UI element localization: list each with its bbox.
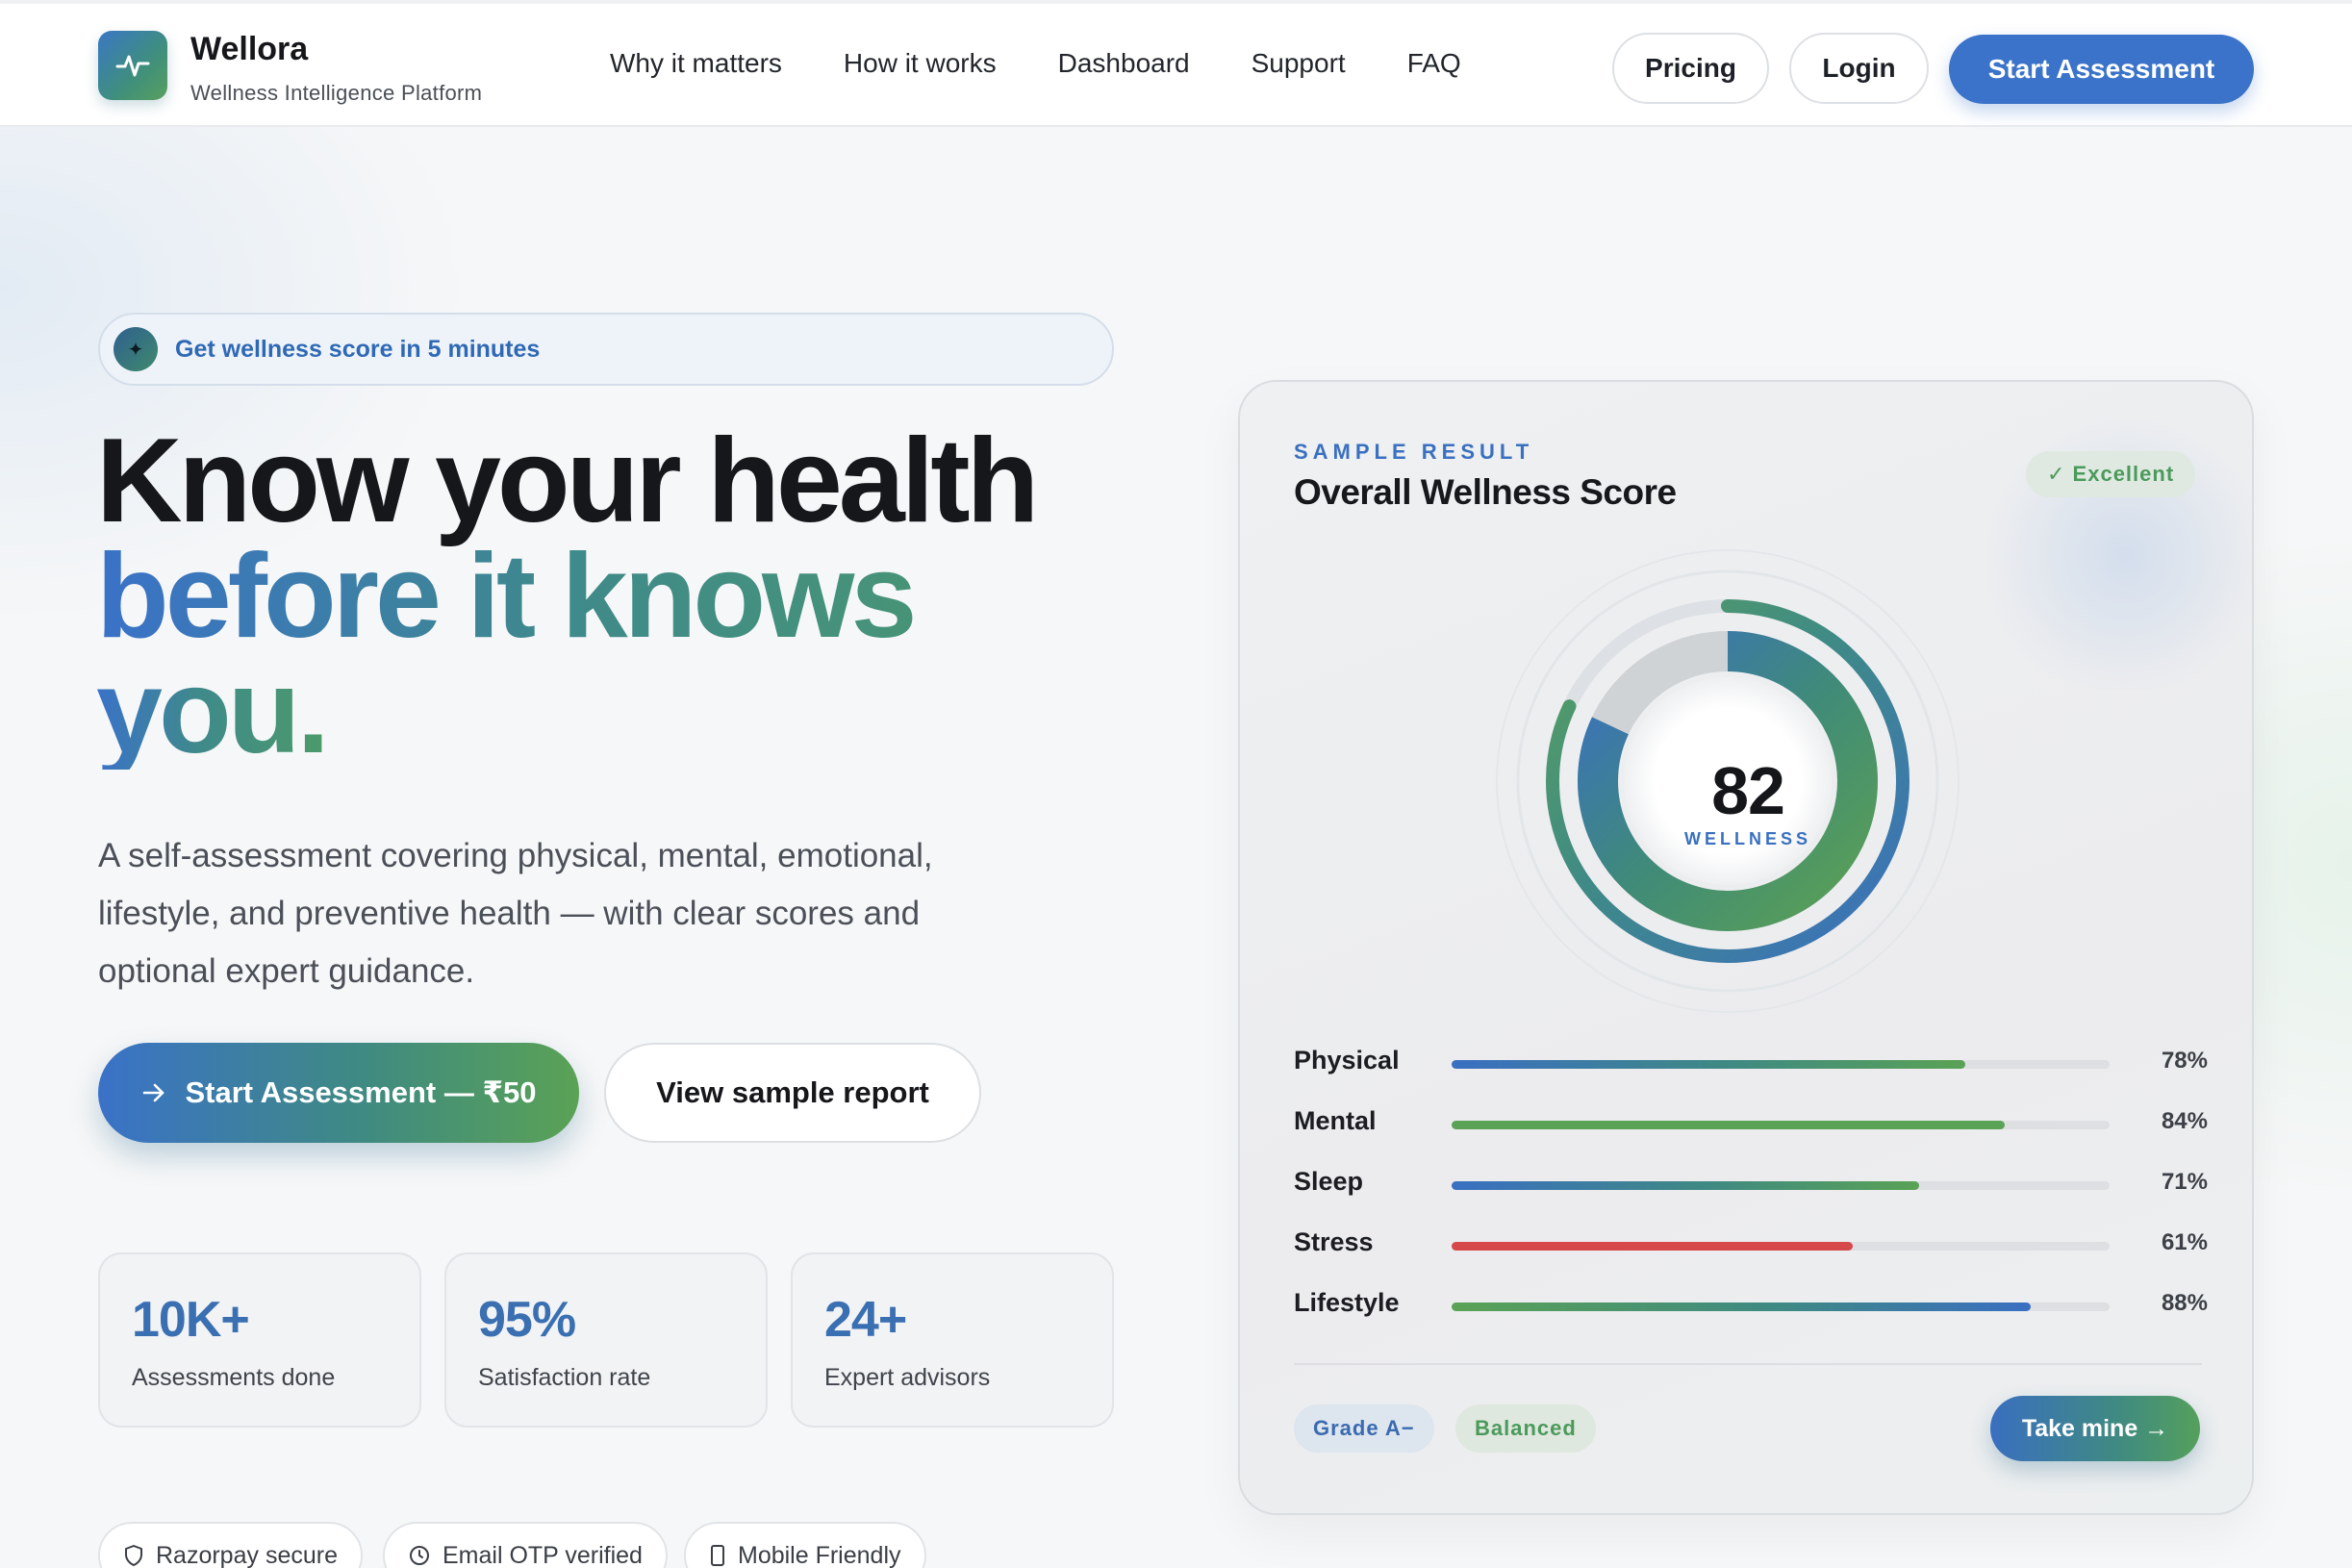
- trust-badge-mobile: Mobile Friendly: [684, 1522, 926, 1568]
- nav-why-it-matters[interactable]: Why it matters: [610, 48, 782, 79]
- metric-row-stress: Stress 61%: [1294, 1227, 2208, 1266]
- wellness-score-value: 82: [1711, 753, 1785, 828]
- stat-card-satisfaction: 95% Satisfaction rate: [444, 1252, 768, 1428]
- metric-name: Mental: [1294, 1106, 1377, 1135]
- brand-name[interactable]: Wellora: [190, 31, 308, 68]
- take-mine-button[interactable]: Take mine →: [1990, 1396, 2200, 1461]
- metric-percent: 61%: [2161, 1229, 2208, 1255]
- arrow-right-icon: [143, 1083, 164, 1102]
- metric-fill-mental: [1452, 1121, 2005, 1129]
- metric-fill-physical: [1452, 1060, 1965, 1069]
- balanced-chip: Balanced: [1455, 1404, 1596, 1453]
- mobile-icon: [711, 1545, 724, 1566]
- login-button[interactable]: Login: [1789, 33, 1929, 104]
- stat-card-advisors: 24+ Expert advisors: [791, 1252, 1114, 1428]
- metric-fill-sleep: [1452, 1181, 1919, 1190]
- stat-value: 24+: [824, 1292, 907, 1348]
- metric-fill-stress: [1452, 1242, 1854, 1251]
- metric-percent: 88%: [2161, 1290, 2208, 1316]
- top-navbar: Wellora Wellness Intelligence Platform W…: [0, 0, 2352, 127]
- wellness-score-label: WELLNESS: [1683, 829, 1811, 848]
- nav-dashboard[interactable]: Dashboard: [1058, 48, 1190, 79]
- headline-line-1: Know your health: [96, 415, 1039, 547]
- shield-icon: [125, 1545, 142, 1566]
- nav-how-it-works[interactable]: How it works: [844, 48, 997, 79]
- metric-name: Sleep: [1294, 1167, 1364, 1196]
- sample-result-eyebrow: SAMPLE RESULT: [1294, 440, 1534, 464]
- brand-tagline: Wellness Intelligence Platform: [190, 81, 483, 105]
- stat-label: Assessments done: [132, 1364, 336, 1391]
- card-divider: [1294, 1363, 2202, 1365]
- headline-line-3: you.: [96, 645, 330, 778]
- metric-fill-lifestyle: [1452, 1302, 2031, 1311]
- metric-row-sleep: Sleep 71%: [1294, 1167, 2208, 1205]
- nav-faq[interactable]: FAQ: [1407, 48, 1461, 79]
- trust-badge-otp: Email OTP verified: [383, 1522, 668, 1568]
- stat-label: Expert advisors: [824, 1364, 991, 1391]
- trust-label: Razorpay secure: [156, 1541, 338, 1568]
- metric-percent: 84%: [2161, 1108, 2208, 1134]
- stat-label: Satisfaction rate: [478, 1364, 651, 1391]
- metric-track: [1452, 1121, 2110, 1129]
- trust-label: Mobile Friendly: [738, 1541, 901, 1568]
- sparkle-icon: ✦: [114, 327, 158, 371]
- sample-result-card: SAMPLE RESULT Overall Wellness Score ✓ E…: [1238, 380, 2254, 1515]
- stat-card-assessments: 10K+ Assessments done: [98, 1252, 421, 1428]
- hero-subtitle: A self-assessment covering physical, men…: [98, 837, 933, 990]
- start-assessment-header-button[interactable]: Start Assessment: [1949, 35, 2254, 104]
- metric-name: Physical: [1294, 1046, 1400, 1075]
- logo[interactable]: [98, 31, 167, 100]
- pulse-icon: [115, 55, 150, 77]
- hero-badge-text: Get wellness score in 5 minutes: [175, 335, 541, 363]
- metric-row-physical: Physical 78%: [1294, 1046, 2208, 1084]
- nav-support[interactable]: Support: [1252, 48, 1346, 79]
- grade-chip: Grade A−: [1294, 1404, 1434, 1453]
- main-nav: Why it matters How it works Dashboard Su…: [610, 48, 1523, 79]
- stat-value: 95%: [478, 1292, 576, 1348]
- status-badge: ✓ Excellent: [2026, 451, 2196, 497]
- pricing-button[interactable]: Pricing: [1612, 33, 1769, 104]
- metric-percent: 78%: [2161, 1048, 2208, 1074]
- trust-label: Email OTP verified: [443, 1541, 643, 1568]
- metric-name: Lifestyle: [1294, 1288, 1400, 1317]
- headline-line-2: before it knows: [96, 537, 1154, 656]
- start-assessment-cta-button[interactable]: Start Assessment — ₹50: [98, 1043, 579, 1143]
- metric-track: [1452, 1060, 2110, 1069]
- cta-label: Start Assessment — ₹50: [185, 1075, 537, 1109]
- metric-row-lifestyle: Lifestyle 88%: [1294, 1288, 2208, 1327]
- trust-badge-razorpay: Razorpay secure: [98, 1522, 363, 1568]
- stat-value: 10K+: [132, 1292, 250, 1348]
- metric-track: [1452, 1181, 2110, 1190]
- metric-name: Stress: [1294, 1227, 1374, 1256]
- hero-badge: ✦ Get wellness score in 5 minutes: [98, 313, 1114, 386]
- view-sample-report-button[interactable]: View sample report: [604, 1043, 981, 1143]
- result-card-title: Overall Wellness Score: [1294, 472, 1677, 512]
- metric-row-mental: Mental 84%: [1294, 1106, 2208, 1145]
- metric-track: [1452, 1302, 2110, 1311]
- hero-headline: Know your health before it knows you.: [96, 415, 1154, 778]
- metric-percent: 71%: [2161, 1169, 2208, 1195]
- metric-track: [1452, 1242, 2110, 1251]
- clock-icon: [410, 1546, 429, 1565]
